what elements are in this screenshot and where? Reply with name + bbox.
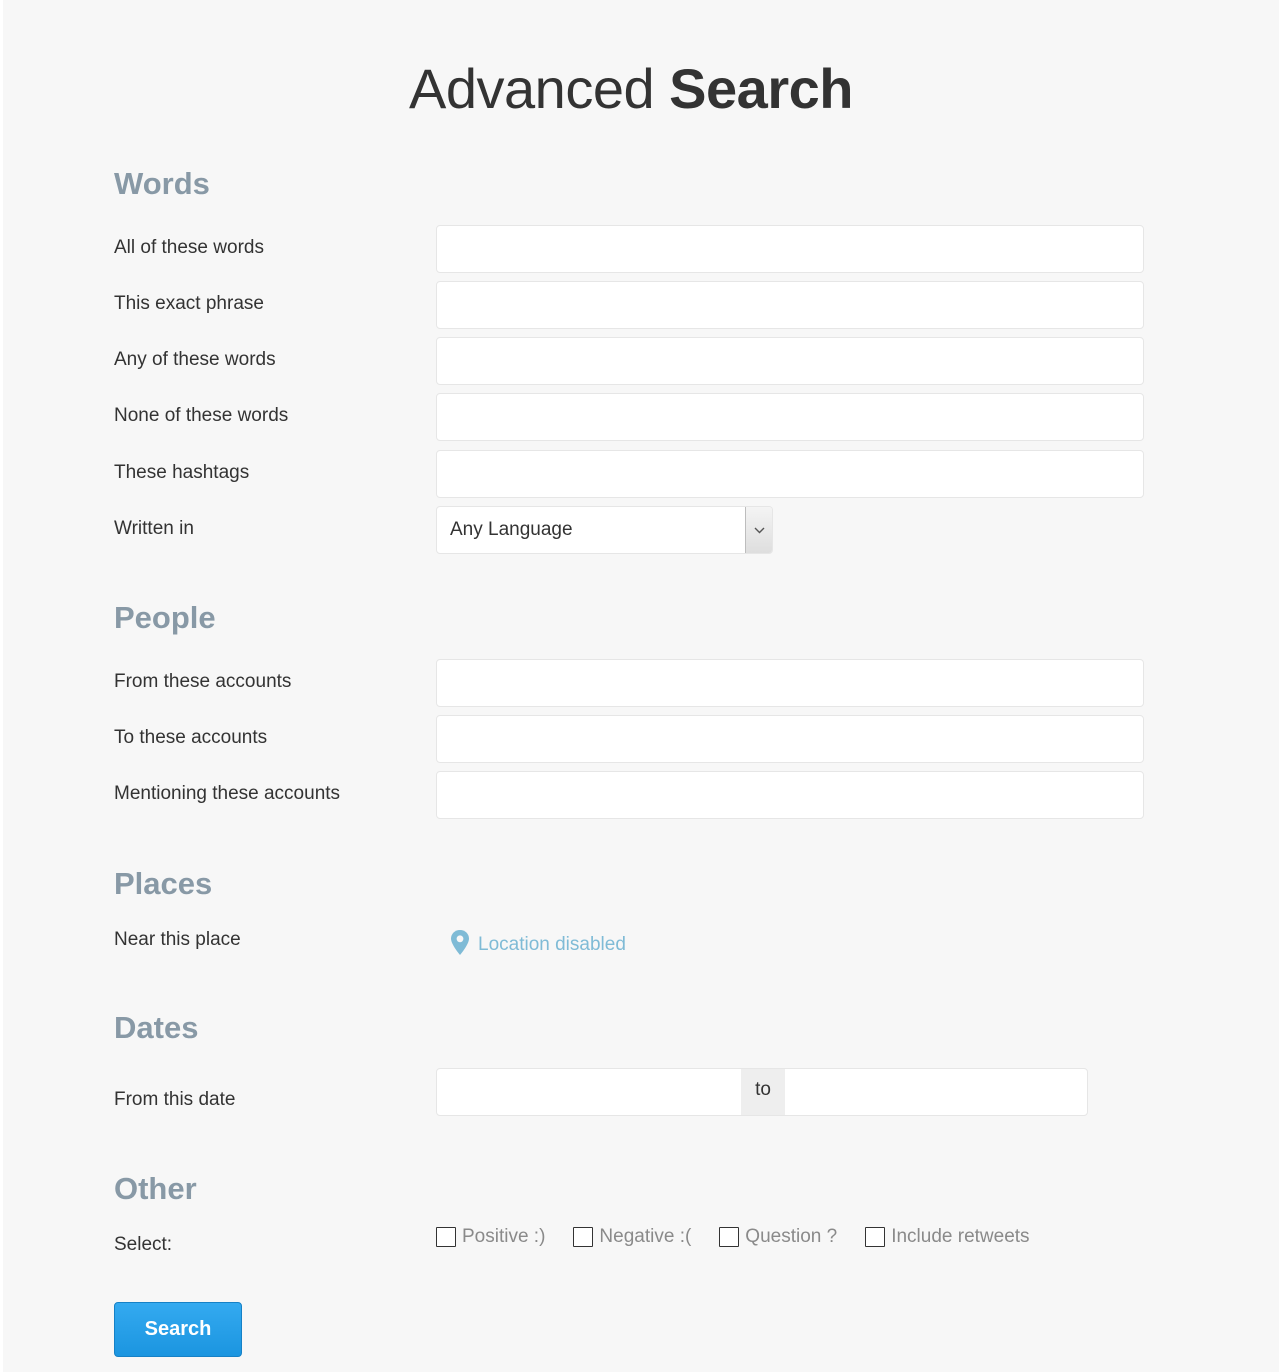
- negative-option-label: Negative :(: [599, 1226, 692, 1247]
- location-toggle[interactable]: Location disabled: [450, 929, 626, 962]
- advanced-search-page: Advanced Search Words All of these words…: [3, 0, 1279, 1372]
- positive-checkbox[interactable]: [436, 1227, 456, 1247]
- from-date-label: From this date: [114, 1089, 236, 1110]
- filter-options: Positive :) Negative :( Question ? Inclu…: [436, 1226, 1058, 1248]
- to-accounts-label: To these accounts: [114, 727, 268, 748]
- section-heading-other: Other: [114, 1171, 197, 1206]
- search-button[interactable]: Search: [114, 1302, 242, 1357]
- mentioning-accounts-label: Mentioning these accounts: [114, 783, 341, 804]
- from-date-input[interactable]: [437, 1069, 741, 1115]
- question-option-label: Question ?: [745, 1226, 838, 1247]
- hashtags-label: These hashtags: [114, 462, 250, 483]
- include-retweets-checkbox[interactable]: [865, 1227, 886, 1247]
- exact-phrase-input[interactable]: [436, 281, 1144, 329]
- date-range: to: [436, 1068, 1088, 1116]
- all-words-label: All of these words: [114, 237, 264, 258]
- near-place-label: Near this place: [114, 929, 241, 950]
- page-title: Advanced Search: [3, 56, 1259, 121]
- negative-option[interactable]: Negative :(: [573, 1226, 691, 1248]
- section-heading-places: Places: [114, 866, 213, 901]
- select-label: Select:: [114, 1234, 173, 1255]
- section-heading-words: Words: [114, 166, 210, 201]
- date-to-label: to: [741, 1069, 785, 1115]
- none-words-input[interactable]: [436, 393, 1144, 441]
- hashtags-input[interactable]: [436, 450, 1144, 498]
- from-accounts-label: From these accounts: [114, 671, 292, 692]
- page-title-light: Advanced: [409, 57, 655, 120]
- any-words-input[interactable]: [436, 337, 1144, 385]
- to-accounts-input[interactable]: [436, 715, 1144, 763]
- all-words-input[interactable]: [436, 225, 1144, 273]
- mentioning-accounts-input[interactable]: [436, 771, 1144, 819]
- question-checkbox[interactable]: [719, 1227, 740, 1247]
- include-retweets-option[interactable]: Include retweets: [865, 1226, 1030, 1248]
- section-heading-people: People: [114, 600, 216, 635]
- map-pin-icon: [450, 929, 470, 962]
- section-heading-dates: Dates: [114, 1010, 199, 1045]
- question-option[interactable]: Question ?: [719, 1226, 837, 1248]
- negative-checkbox[interactable]: [573, 1227, 594, 1247]
- language-select-value: Any Language: [450, 519, 573, 540]
- language-select[interactable]: Any Language: [436, 506, 773, 554]
- positive-option-label: Positive :): [462, 1226, 546, 1247]
- location-disabled-text[interactable]: Location disabled: [478, 934, 626, 956]
- language-label: Written in: [114, 518, 194, 539]
- exact-phrase-label: This exact phrase: [114, 293, 264, 314]
- any-words-label: Any of these words: [114, 349, 276, 370]
- positive-option[interactable]: Positive :): [436, 1226, 545, 1248]
- to-date-input[interactable]: [785, 1069, 1087, 1115]
- include-retweets-option-label: Include retweets: [891, 1226, 1030, 1247]
- none-words-label: None of these words: [114, 405, 289, 426]
- from-accounts-input[interactable]: [436, 659, 1144, 707]
- page-title-bold: Search: [669, 57, 853, 120]
- chevron-down-icon[interactable]: [745, 507, 772, 553]
